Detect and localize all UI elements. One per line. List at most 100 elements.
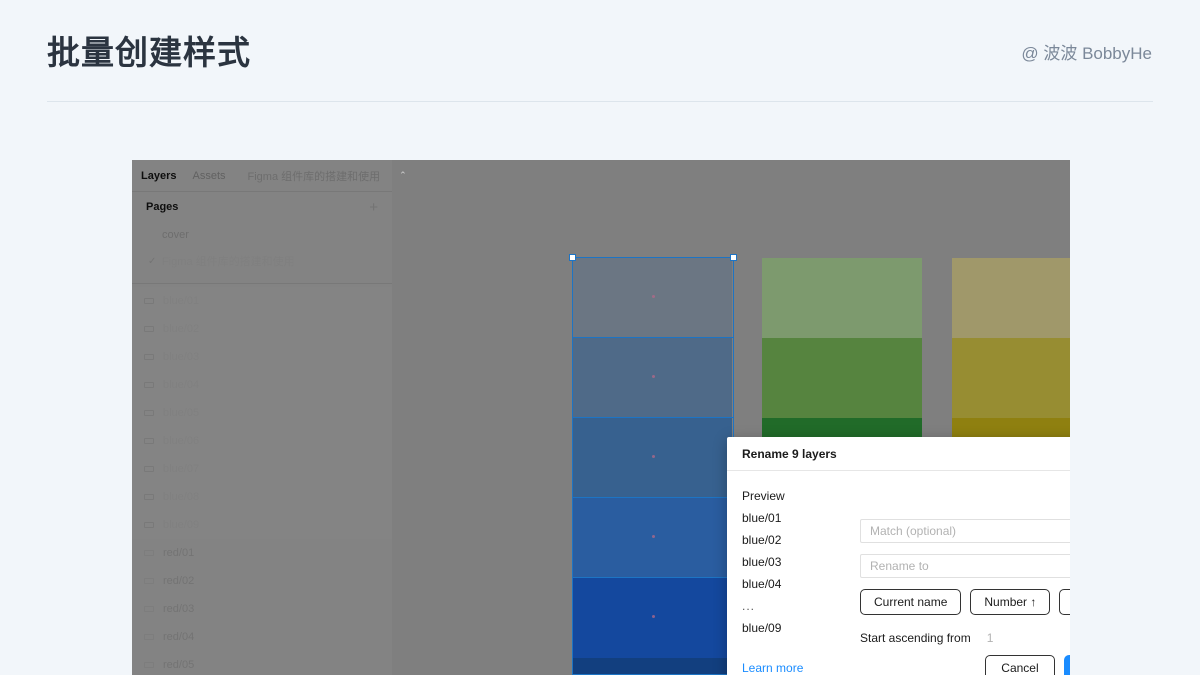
chip-number-ascending[interactable]: Number ↑ [970,589,1050,615]
swatch-column-blue[interactable] [572,258,732,675]
page-item-cover[interactable]: cover [132,222,392,248]
start-ascending-row: Start ascending from 1 [860,631,1070,645]
frame-icon [141,662,157,668]
frame-icon [141,382,157,388]
slide-header: 批量创建样式 @ 波波 BobbyHe [0,0,1200,102]
panel-divider [132,283,392,284]
frame-icon [141,522,157,528]
preview-item: ... [742,600,852,613]
layer-row[interactable]: blue/08 [132,483,392,511]
color-swatch[interactable] [572,498,732,578]
footer-actions: Cancel Rename [985,655,1070,675]
fields-column: Current name Number ↑ Number ↓ Start asc… [860,519,1070,645]
rename-button[interactable]: Rename [1064,655,1070,675]
layer-name: red/01 [163,547,194,559]
layer-name: blue/09 [163,519,199,531]
preview-item: blue/01 [742,512,852,525]
chip-current-name[interactable]: Current name [860,589,961,615]
color-swatch[interactable] [572,258,732,338]
layer-name: red/04 [163,631,194,643]
layer-row[interactable]: red/01 [132,539,392,567]
dialog-title: Rename 9 layers [742,447,837,461]
layer-row[interactable]: blue/06 [132,427,392,455]
layer-row[interactable]: red/03 [132,595,392,623]
plus-icon[interactable]: + [369,200,378,215]
frame-icon [141,326,157,332]
page-item-label: Figma 组件库的搭建和使用 [162,253,295,269]
layer-name: blue/06 [163,435,199,447]
frame-icon [141,606,157,612]
layer-name: blue/04 [163,379,199,391]
file-name-label[interactable]: Figma 组件库的搭建和使用 [248,168,381,184]
layer-row[interactable]: blue/05 [132,399,392,427]
preview-item: blue/03 [742,556,852,569]
page-item-label: cover [162,229,189,241]
layer-name: blue/02 [163,323,199,335]
page-title: 批量创建样式 [47,26,251,74]
chevron-up-icon[interactable]: ⌃ [399,170,407,181]
layer-name: blue/07 [163,463,199,475]
color-swatch[interactable] [762,258,922,338]
layer-row[interactable]: red/04 [132,623,392,651]
layer-row[interactable]: blue/01 [132,287,392,315]
layer-row[interactable]: blue/02 [132,315,392,343]
panel-tab-bar: Layers Assets Figma 组件库的搭建和使用 ⌃ [132,160,392,192]
color-swatch[interactable] [952,258,1070,338]
layer-row[interactable]: red/02 [132,567,392,595]
layer-row[interactable]: red/05 [132,651,392,675]
color-swatch[interactable] [762,338,922,418]
layer-list: blue/01 blue/02 blue/03 blue/04 blue/05 blue/… [132,287,392,675]
frame-icon [141,438,157,444]
layer-row[interactable]: blue/04 [132,371,392,399]
start-ascending-value[interactable]: 1 [987,631,994,645]
preview-column: Preview blue/01blue/02blue/03blue/04...b… [742,489,852,635]
cancel-button[interactable]: Cancel [985,655,1054,675]
layer-row[interactable]: blue/07 [132,455,392,483]
page-item-current[interactable]: ✓ Figma 组件库的搭建和使用 [132,248,392,274]
layer-name: blue/08 [163,491,199,503]
pages-header: Pages + [132,192,392,222]
preview-item: blue/09 [742,622,852,635]
frame-icon [141,494,157,500]
chip-number-descending[interactable]: Number ↓ [1059,589,1070,615]
color-swatch[interactable] [572,418,732,498]
tab-assets[interactable]: Assets [192,170,225,182]
layer-name: blue/01 [163,295,199,307]
dialog-body: Preview blue/01blue/02blue/03blue/04...b… [727,471,1070,647]
preview-label: Preview [742,489,852,503]
rename-to-input[interactable] [860,554,1070,578]
dialog-footer: Learn more Cancel Rename [727,647,1070,675]
color-swatch[interactable] [572,578,732,658]
frame-icon [141,466,157,472]
learn-more-link[interactable]: Learn more [742,661,803,675]
layer-row[interactable]: blue/03 [132,343,392,371]
color-swatch[interactable] [572,658,732,675]
dialog-header: Rename 9 layers [727,437,1070,471]
rename-dialog[interactable]: Rename 9 layers Preview blue/01blue/02bl… [727,437,1070,675]
layer-name: red/05 [163,659,194,671]
header-divider [47,101,1153,102]
layer-name: red/02 [163,575,194,587]
layer-name: red/03 [163,603,194,615]
frame-icon [141,634,157,640]
color-swatch[interactable] [952,338,1070,418]
frame-icon [141,578,157,584]
author-credit: @ 波波 BobbyHe [1021,39,1152,64]
layer-name: blue/05 [163,407,199,419]
tab-layers[interactable]: Layers [141,170,176,182]
preview-item: blue/04 [742,578,852,591]
frame-icon [141,550,157,556]
match-input[interactable] [860,519,1070,543]
check-icon: ✓ [148,256,162,267]
frame-icon [141,298,157,304]
start-ascending-label: Start ascending from [860,631,971,645]
preview-item: blue/02 [742,534,852,547]
color-swatch[interactable] [572,338,732,418]
layer-name: blue/03 [163,351,199,363]
token-chip-row: Current name Number ↑ Number ↓ [860,589,1070,615]
layer-row[interactable]: blue/09 [132,511,392,539]
figma-screenshot: Layers Assets Figma 组件库的搭建和使用 ⌃ Pages + … [132,160,1070,675]
frame-icon [141,354,157,360]
preview-list: blue/01 blue/02 blue/03 blue/04... blue/09 [742,512,852,635]
frame-icon [141,410,157,416]
